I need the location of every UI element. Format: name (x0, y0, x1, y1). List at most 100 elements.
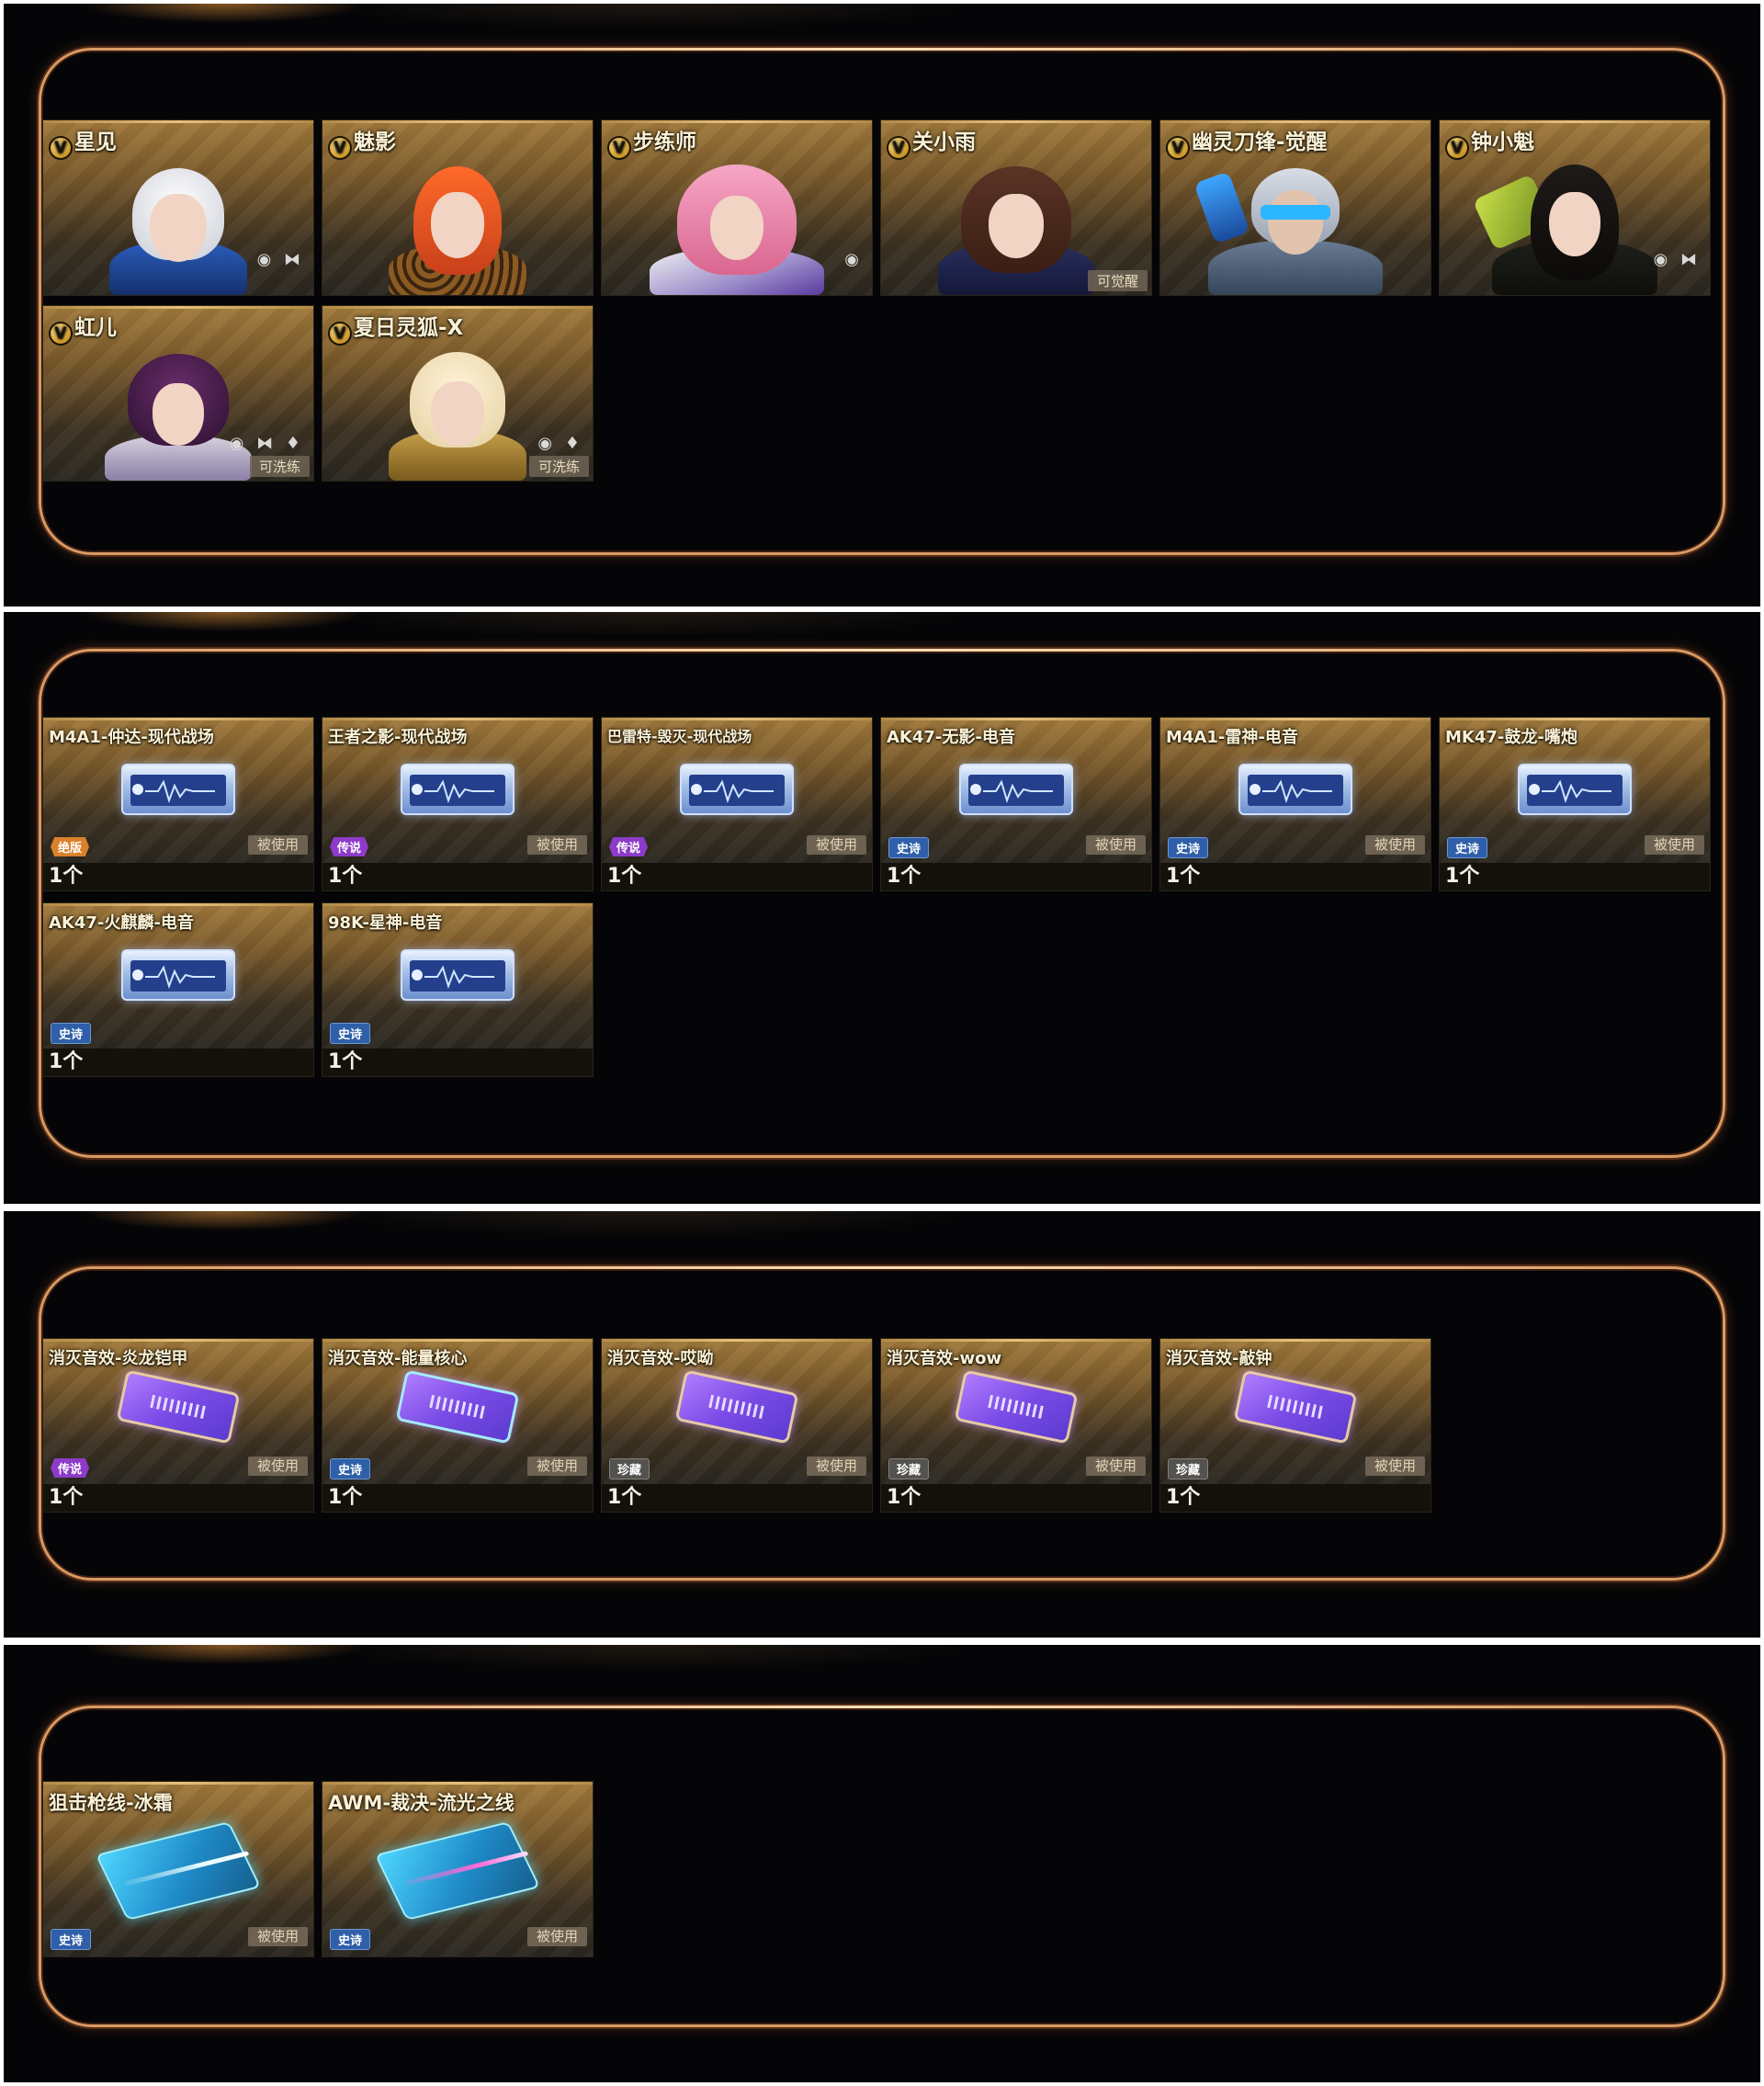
item-count: 1个 (328, 865, 363, 888)
item-name: AK47-火麒麟-电音 (49, 913, 194, 933)
sound-card-icon (959, 764, 1073, 815)
character-name: 夏日灵狐-X (354, 316, 464, 340)
character-card[interactable]: V 夏日灵狐-X ◉ ♦ 可洗练 (322, 305, 594, 482)
rarity-badge: 珍藏 (1168, 1458, 1209, 1479)
item-count: 1个 (607, 1486, 642, 1509)
item-count: 1个 (607, 865, 642, 888)
item-count: 1个 (328, 1050, 363, 1073)
in-use-tag: 被使用 (526, 1927, 587, 1946)
weapon-sound-card[interactable]: M4A1-仲达-现代战场 绝版 被使用 1个 (42, 717, 314, 891)
refine-tag: 可洗练 (249, 456, 310, 477)
character-card[interactable]: V 幽灵刀锋-觉醒 (1159, 119, 1431, 296)
weapon-sound-card[interactable]: 98K-星神-电音 史诗 1个 (322, 902, 594, 1077)
kill-sound-card[interactable]: 消灭音效-敲钟 珍藏 被使用 1个 (1159, 1338, 1431, 1513)
character-portrait (100, 148, 256, 295)
in-use-tag: 被使用 (247, 1457, 308, 1476)
rarity-badge: 传说 (609, 837, 649, 856)
vip-v-icon: V (887, 136, 910, 160)
rarity-badge: 史诗 (1168, 837, 1209, 858)
vip-v-icon: V (328, 136, 352, 160)
item-count: 1个 (1166, 1486, 1201, 1509)
rarity-badge: 史诗 (51, 1929, 92, 1950)
awaken-tag: 可觉醒 (1087, 270, 1148, 291)
sound-card-icon (1518, 764, 1632, 815)
rarity-badge: 史诗 (888, 837, 930, 858)
item-name: 消灭音效-wow (887, 1349, 1002, 1368)
in-use-tag: 被使用 (1364, 1457, 1425, 1476)
rarity-badge: 珍藏 (888, 1458, 930, 1479)
sound-card-icon (680, 764, 794, 815)
item-name: 98K-星神-电音 (328, 913, 443, 933)
kill-sound-panel: 消灭音效-炎龙铠甲 传说 被使用 1个 消灭音效-能量核心 史诗 被使用 1个 … (4, 1211, 1760, 1638)
rarity-badge: 史诗 (1447, 837, 1488, 858)
sound-card-icon (1238, 764, 1352, 815)
voice-feature-icons: ◉ ⧓ ♦ (229, 434, 304, 453)
item-count: 1个 (887, 1486, 922, 1509)
item-name: 巴雷特-毁灭-现代战场 (607, 728, 752, 745)
weapon-sound-card[interactable]: AK47-火麒麟-电音 史诗 1个 (42, 902, 314, 1077)
weapon-sound-card[interactable]: 王者之影-现代战场 传说 被使用 1个 (322, 717, 594, 891)
in-use-tag: 被使用 (1364, 835, 1425, 855)
character-card[interactable]: V 虹儿 ◉ ⧓ ♦ 可洗练 (42, 305, 314, 482)
vip-v-icon: V (607, 136, 631, 160)
item-count: 1个 (49, 1486, 84, 1509)
refine-tag: 可洗练 (528, 456, 589, 477)
sound-card-icon (401, 949, 514, 1001)
kill-sound-card[interactable]: 消灭音效-能量核心 史诗 被使用 1个 (322, 1338, 594, 1513)
item-name: 消灭音效-炎龙铠甲 (49, 1349, 188, 1368)
item-name: AWM-裁决-流光之线 (328, 1792, 514, 1814)
item-name: MK47-鼓龙-嘴炮 (1445, 728, 1577, 747)
character-name: 幽灵刀锋-觉醒 (1192, 130, 1328, 154)
item-name: M4A1-雷神-电音 (1166, 728, 1298, 747)
character-portrait (1472, 148, 1676, 295)
rarity-badge: 史诗 (330, 1458, 371, 1479)
sound-card-icon (121, 764, 235, 815)
sniper-line-panel: 狙击枪线-冰霜 史诗 被使用 AWM-裁决-流光之线 史诗 被使用 (4, 1645, 1760, 2082)
item-count: 1个 (1166, 865, 1201, 888)
in-use-tag: 被使用 (806, 1457, 866, 1476)
weapon-sound-panel: M4A1-仲达-现代战场 绝版 被使用 1个 王者之影-现代战场 传说 被使用 … (4, 612, 1760, 1204)
item-name: 消灭音效-敲钟 (1166, 1349, 1272, 1368)
in-use-tag: 被使用 (247, 1927, 308, 1946)
kill-sound-card[interactable]: 消灭音效-炎龙铠甲 传说 被使用 1个 (42, 1338, 314, 1513)
item-count: 1个 (887, 865, 922, 888)
weapon-sound-card[interactable]: AK47-无影-电音 史诗 被使用 1个 (880, 717, 1152, 891)
weapon-sound-card[interactable]: 巴雷特-毁灭-现代战场 传说 被使用 1个 (601, 717, 873, 891)
in-use-tag: 被使用 (247, 835, 308, 855)
in-use-tag: 被使用 (1085, 835, 1146, 855)
rarity-badge: 传说 (51, 1458, 90, 1478)
kill-sound-card[interactable]: 消灭音效-wow 珍藏 被使用 1个 (880, 1338, 1152, 1513)
vip-v-icon: V (49, 136, 73, 160)
vip-v-icon: V (1445, 136, 1469, 160)
character-portrait (1193, 148, 1387, 295)
weapon-sound-card[interactable]: M4A1-雷神-电音 史诗 被使用 1个 (1159, 717, 1431, 891)
character-card[interactable]: V 关小雨 可觉醒 (880, 119, 1152, 296)
vip-v-icon: V (1166, 136, 1190, 160)
rarity-badge: 绝版 (51, 837, 90, 856)
character-card[interactable]: V 魅影 (322, 119, 594, 296)
item-count: 1个 (49, 865, 84, 888)
character-portrait (96, 334, 261, 481)
character-name: 虹儿 (74, 316, 117, 340)
character-card[interactable]: V 星见 ◉ ⧓ (42, 119, 314, 296)
sniper-line-card[interactable]: 狙击枪线-冰霜 史诗 被使用 (42, 1781, 314, 1957)
in-use-tag: 被使用 (1085, 1457, 1146, 1476)
rarity-badge: 珍藏 (609, 1458, 650, 1479)
character-card[interactable]: V 步练师 ◉ (601, 119, 873, 296)
kill-sound-card[interactable]: 消灭音效-哎呦 珍藏 被使用 1个 (601, 1338, 873, 1513)
rarity-badge: 传说 (330, 837, 369, 856)
item-name: 狙击枪线-冰霜 (49, 1792, 173, 1814)
item-name: 王者之影-现代战场 (328, 728, 468, 747)
character-name: 步练师 (633, 130, 696, 154)
vip-v-icon: V (49, 322, 73, 346)
item-name: M4A1-仲达-现代战场 (49, 728, 214, 747)
character-portrait (645, 148, 829, 295)
vip-v-icon: V (328, 322, 352, 346)
item-count: 1个 (49, 1050, 84, 1073)
rarity-badge: 史诗 (51, 1023, 92, 1044)
sniper-line-card[interactable]: AWM-裁决-流光之线 史诗 被使用 (322, 1781, 594, 1957)
character-name: 关小雨 (912, 130, 976, 154)
character-card[interactable]: V 钟小魁 ◉ ⧓ (1439, 119, 1711, 296)
character-portrait (379, 334, 536, 481)
weapon-sound-card[interactable]: MK47-鼓龙-嘴炮 史诗 被使用 1个 (1439, 717, 1711, 891)
